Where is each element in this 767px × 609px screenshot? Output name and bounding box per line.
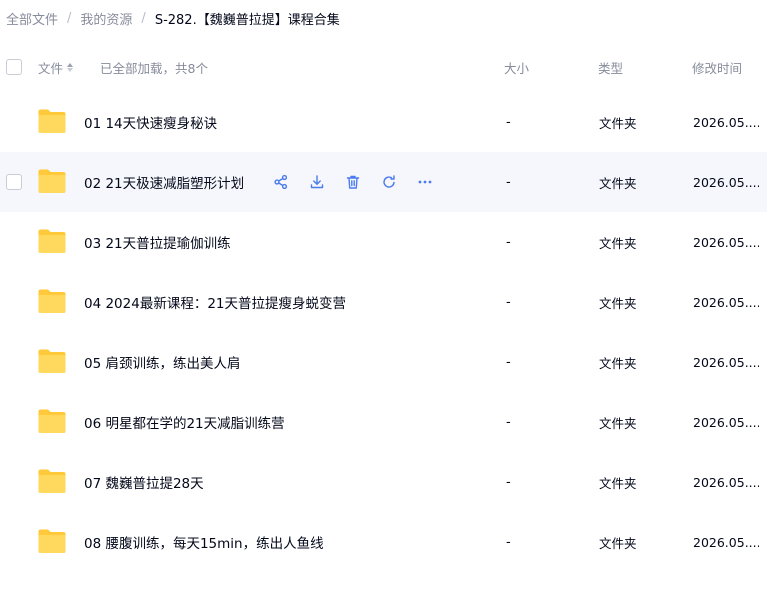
file-name[interactable]: 03 21天普拉提瑜伽训练 xyxy=(84,212,231,272)
folder-icon xyxy=(38,529,66,553)
folder-icon xyxy=(38,289,66,313)
folder-icon xyxy=(38,409,66,433)
file-name[interactable]: 07 魏巍普拉提28天 xyxy=(84,452,204,512)
file-modified-time: 2026.05.... xyxy=(693,294,759,310)
breadcrumb-my-resources[interactable]: 我的资源 xyxy=(80,9,132,28)
file-name[interactable]: 04 2024最新课程：21天普拉提瘦身蜕变营 xyxy=(84,272,346,332)
file-name[interactable]: 01 14天快速瘦身秘诀 xyxy=(84,92,217,152)
file-modified-time: 2026.05.... xyxy=(693,114,759,130)
column-header-name-label: 文件 xyxy=(38,60,64,76)
folder-icon xyxy=(38,109,66,133)
file-size: - xyxy=(506,174,511,190)
loaded-count-text: 已全部加载，共8个 xyxy=(100,60,208,76)
file-row[interactable]: 08 腰腹训练，每天15min，练出人鱼线 - 文件夹 2026.05.... xyxy=(0,512,767,572)
file-modified-time: 2026.05.... xyxy=(693,474,759,490)
delete-icon[interactable] xyxy=(344,173,362,191)
file-row-hovered[interactable]: 02 21天极速减脂塑形计划 - 文件夹 2026.05.... xyxy=(0,152,767,212)
file-name[interactable]: 02 21天极速减脂塑形计划 xyxy=(84,152,244,212)
file-row[interactable]: 04 2024最新课程：21天普拉提瘦身蜕变营 - 文件夹 2026.05...… xyxy=(0,272,767,332)
share-icon[interactable] xyxy=(272,173,290,191)
file-type: 文件夹 xyxy=(599,115,637,131)
breadcrumb-current-folder: S-282.【魏巍普拉提】课程合集 xyxy=(154,12,340,28)
file-size: - xyxy=(506,474,511,490)
file-name[interactable]: 06 明星都在学的21天减脂训练营 xyxy=(84,392,285,452)
file-modified-time: 2026.05.... xyxy=(693,234,759,250)
download-icon[interactable] xyxy=(308,173,326,191)
file-type: 文件夹 xyxy=(599,295,637,311)
folder-icon xyxy=(38,469,66,493)
file-size: - xyxy=(506,534,511,550)
file-list: 01 14天快速瘦身秘诀 - 文件夹 2026.05.... 02 21天极速减… xyxy=(0,92,767,572)
column-header-modified-time[interactable]: 修改时间 xyxy=(692,50,742,84)
file-row[interactable]: 05 肩颈训练，练出美人肩 - 文件夹 2026.05.... xyxy=(0,332,767,392)
breadcrumb-all-files[interactable]: 全部文件 xyxy=(6,9,58,28)
column-header-name[interactable]: 文件 xyxy=(38,50,74,84)
file-modified-time: 2026.05.... xyxy=(693,414,759,430)
file-modified-time: 2026.05.... xyxy=(693,174,759,190)
select-all-checkbox[interactable] xyxy=(6,59,22,75)
file-modified-time: 2026.05.... xyxy=(693,354,759,370)
rename-icon[interactable] xyxy=(380,173,398,191)
file-size: - xyxy=(506,234,511,250)
breadcrumb: 全部文件 / 我的资源 / S-282.【魏巍普拉提】课程合集 xyxy=(6,9,340,28)
breadcrumb-separator: / xyxy=(67,10,72,26)
file-type: 文件夹 xyxy=(599,475,637,491)
column-header-type[interactable]: 类型 xyxy=(598,50,623,84)
breadcrumb-separator: / xyxy=(141,10,146,26)
file-row[interactable]: 01 14天快速瘦身秘诀 - 文件夹 2026.05.... xyxy=(0,92,767,152)
more-icon[interactable] xyxy=(416,173,434,191)
file-row[interactable]: 03 21天普拉提瑜伽训练 - 文件夹 2026.05.... xyxy=(0,212,767,272)
row-actions xyxy=(272,152,452,212)
file-list-header: 文件 已全部加载，共8个 大小 类型 修改时间 xyxy=(0,50,767,84)
folder-icon xyxy=(38,229,66,253)
file-size: - xyxy=(506,354,511,370)
file-row[interactable]: 06 明星都在学的21天减脂训练营 - 文件夹 2026.05.... xyxy=(0,392,767,452)
row-checkbox[interactable] xyxy=(6,174,22,190)
file-type: 文件夹 xyxy=(599,535,637,551)
file-name[interactable]: 08 腰腹训练，每天15min，练出人鱼线 xyxy=(84,512,324,572)
file-modified-time: 2026.05.... xyxy=(693,534,759,550)
column-header-size[interactable]: 大小 xyxy=(504,50,529,84)
file-type: 文件夹 xyxy=(599,175,637,191)
file-type: 文件夹 xyxy=(599,415,637,431)
folder-icon xyxy=(38,169,66,193)
file-size: - xyxy=(506,114,511,130)
folder-icon xyxy=(38,349,66,373)
sort-icon[interactable] xyxy=(67,62,74,72)
file-type: 文件夹 xyxy=(599,235,637,251)
file-name[interactable]: 05 肩颈训练，练出美人肩 xyxy=(84,332,240,392)
file-row[interactable]: 07 魏巍普拉提28天 - 文件夹 2026.05.... xyxy=(0,452,767,512)
file-type: 文件夹 xyxy=(599,355,637,371)
file-size: - xyxy=(506,294,511,310)
file-size: - xyxy=(506,414,511,430)
